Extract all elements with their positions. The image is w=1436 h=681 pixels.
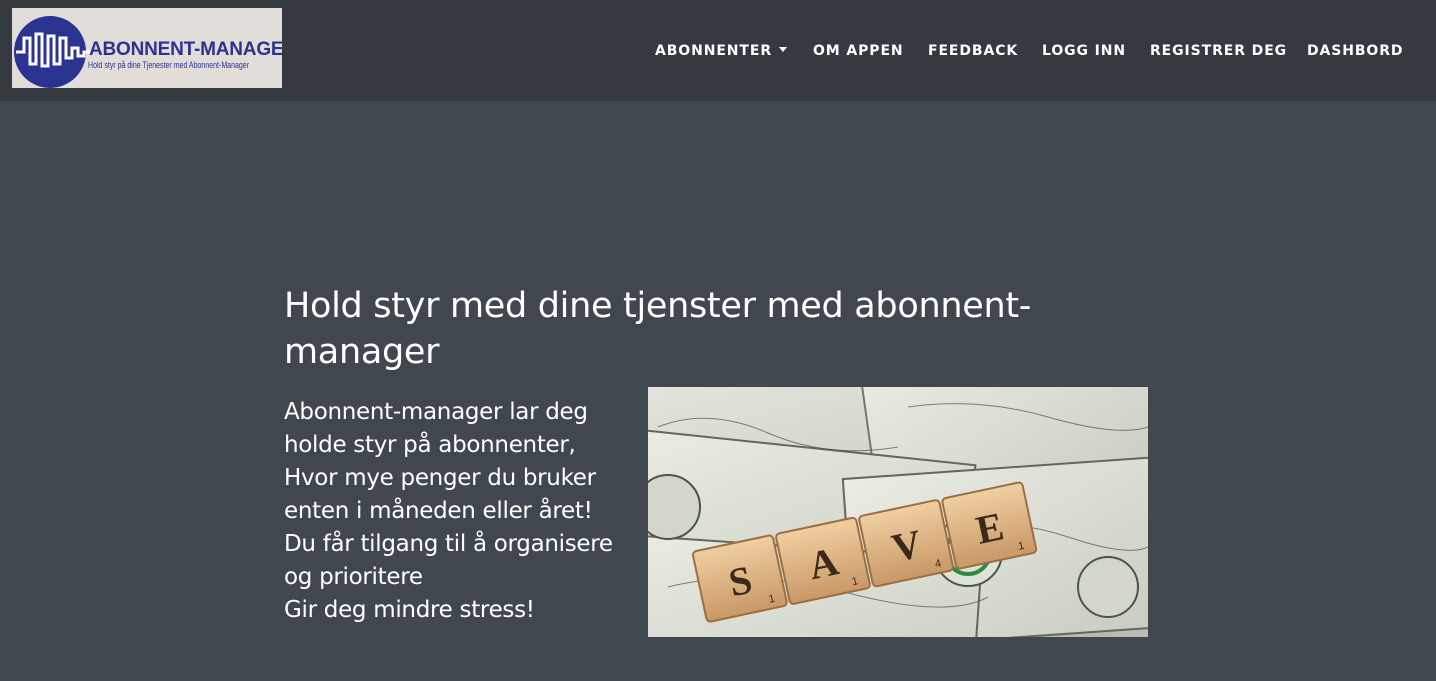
nav-om-appen[interactable]: OM APPEN [813, 40, 904, 62]
hero-line: holde styr på abonnenter, [284, 432, 576, 458]
logo-title: ABONNENT-MANAGER [89, 39, 282, 60]
caret-down-icon [779, 47, 788, 52]
hero-title: Hold styr med dine tjenster med abonnent… [284, 286, 1032, 372]
brand-logo[interactable]: ABONNENT-MANAGER Hold styr på dine Tjene… [12, 8, 282, 88]
hero-line: og prioritere [284, 564, 423, 590]
money-save-tiles-illustration: S A V E 1 1 4 1 [648, 387, 1148, 637]
hero-line: Abonnent-manager lar deg [284, 399, 588, 425]
nav-abonnenter-dropdown[interactable]: ABONNENTER [655, 40, 788, 62]
nav-feedback[interactable]: FEEDBACK [928, 40, 1018, 62]
nav-dashbord[interactable]: DASHBORD [1307, 40, 1403, 62]
navbar: ABONNENT-MANAGER Hold styr på dine Tjene… [0, 0, 1436, 101]
hero-description: Abonnent-manager lar deg holde styr på a… [284, 396, 646, 627]
nav-registrer-deg[interactable]: REGISTRER DEG [1150, 40, 1287, 62]
save-money-image: S A V E 1 1 4 1 [648, 387, 1148, 637]
hero-line: enten i måneden eller året! [284, 498, 593, 524]
nav-label: ABONNENTER [655, 43, 773, 59]
hero-line: Hvor mye penger du bruker [284, 465, 596, 491]
hero-line: Du får tilgang til å organisere [284, 531, 613, 557]
hero-line: Gir deg mindre stress! [284, 597, 535, 623]
nav-logg-inn[interactable]: LOGG INN [1042, 40, 1126, 62]
logo-subtitle: Hold styr på dine Tjenester med Abonnent… [88, 60, 250, 70]
